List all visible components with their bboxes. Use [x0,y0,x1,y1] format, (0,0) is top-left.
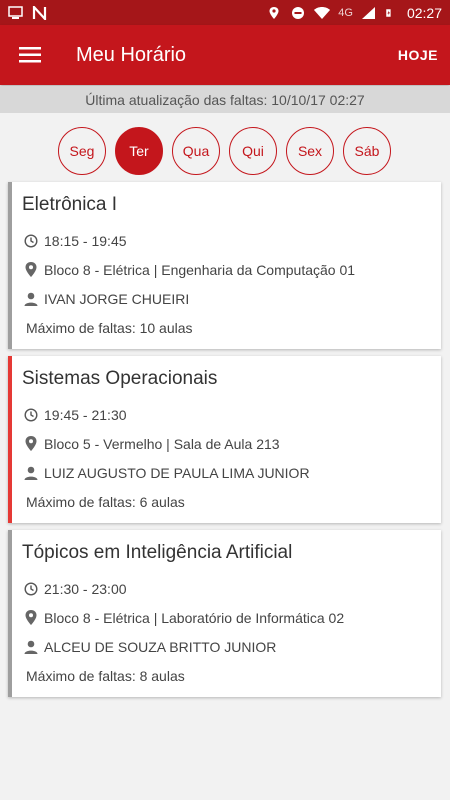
class-location-row: Bloco 8 - Elétrica | Engenharia da Compu… [22,255,427,284]
class-name: Tópicos em Inteligência Artificial [22,542,293,563]
hamburger-icon [19,47,41,63]
class-max-absences: Máximo de faltas: 10 aulas [26,319,193,336]
class-location-row: Bloco 5 - Vermelho | Sala de Aula 213 [22,429,427,458]
class-teacher-row: ALCEU DE SOUZA BRITTO JUNIOR [22,632,427,661]
person-icon [22,638,40,656]
day-tab-seg[interactable]: Seg [58,127,106,175]
class-card[interactable]: Tópicos em Inteligência Artificial 21:30… [8,530,441,697]
class-teacher-row: LUIZ AUGUSTO DE PAULA LIMA JUNIOR [22,458,427,487]
class-teacher: LUIZ AUGUSTO DE PAULA LIMA JUNIOR [44,464,310,481]
class-location: Bloco 5 - Vermelho | Sala de Aula 213 [44,435,280,452]
page-title: Meu Horário [76,43,187,66]
clock-icon [22,580,40,598]
today-button[interactable]: HOJE [398,47,438,63]
battery-charging-icon [386,8,391,17]
class-time: 19:45 - 21:30 [44,406,127,423]
network-type: 4G [338,6,353,19]
day-tab-ter[interactable]: Ter [115,127,163,175]
class-name: Sistemas Operacionais [22,368,218,389]
class-location-row: Bloco 8 - Elétrica | Laboratório de Info… [22,603,427,632]
last-update-banner: Última atualização das faltas: 10/10/17 … [0,86,450,113]
day-tab-sex[interactable]: Sex [286,127,334,175]
location-pin-icon [22,435,40,453]
person-icon [22,290,40,308]
day-selector: Seg Ter Qua Qui Sex Sáb [58,127,391,175]
class-time-row: 21:30 - 23:00 [22,574,427,603]
class-name: Eletrônica I [22,194,118,215]
location-pin-icon [22,261,40,279]
class-teacher-row: IVAN JORGE CHUEIRI [22,284,427,313]
cast-notification-icon [8,5,23,19]
class-max-absences: Máximo de faltas: 8 aulas [26,667,185,684]
day-tab-sab[interactable]: Sáb [343,127,391,175]
clock: 02:27 [406,4,442,21]
class-time: 21:30 - 23:00 [44,580,127,597]
clock-icon [22,232,40,250]
class-location: Bloco 8 - Elétrica | Engenharia da Compu… [44,261,356,278]
n-notification-icon [32,5,47,20]
person-icon [22,464,40,482]
wifi-icon [314,6,331,19]
class-location: Bloco 8 - Elétrica | Laboratório de Info… [44,609,345,626]
class-teacher: ALCEU DE SOUZA BRITTO JUNIOR [44,638,277,655]
menu-button[interactable] [0,25,60,85]
location-icon [269,6,279,19]
location-pin-icon [22,609,40,627]
app-bar: Meu Horário HOJE [0,25,450,85]
day-tab-qua[interactable]: Qua [172,127,220,175]
class-teacher: IVAN JORGE CHUEIRI [44,290,190,307]
class-time: 18:15 - 19:45 [44,232,127,249]
class-max-absences: Máximo de faltas: 6 aulas [26,493,185,510]
status-bar: 4G 02:27 [0,0,450,25]
class-card[interactable]: Eletrônica I 18:15 - 19:45 Bloco 8 - Elé… [8,182,441,349]
day-tab-qui[interactable]: Qui [229,127,277,175]
class-time-row: 18:15 - 19:45 [22,226,427,255]
signal-icon [361,6,375,19]
class-card[interactable]: Sistemas Operacionais 19:45 - 21:30 Bloc… [8,356,441,523]
clock-icon [22,406,40,424]
class-time-row: 19:45 - 21:30 [22,400,427,429]
do-not-disturb-icon [292,6,305,19]
